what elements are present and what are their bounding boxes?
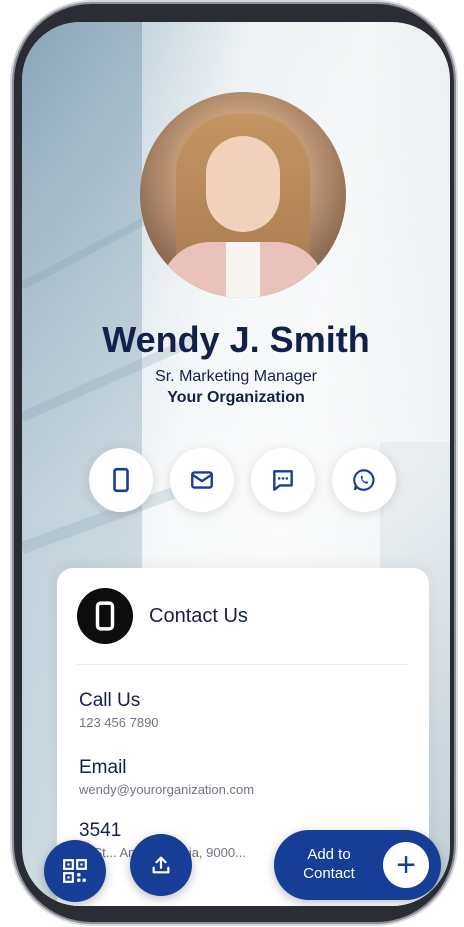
message-button[interactable] (251, 448, 315, 512)
screen: Wendy J. Smith Sr. Marketing Manager You… (22, 22, 450, 906)
share-button[interactable] (130, 834, 192, 896)
qr-code-button[interactable] (44, 840, 106, 902)
email-button[interactable] (170, 448, 234, 512)
plus-icon: + (383, 842, 429, 888)
contact-item-value: wendy@yourorganization.com (79, 782, 255, 797)
phone-icon (113, 467, 129, 493)
contact-item-label: Call Us (79, 690, 141, 711)
add-to-contact-button[interactable]: Add to Contact + (274, 830, 441, 900)
contact-item-phone[interactable]: Call Us 123 456 7890 (79, 690, 159, 730)
phone-icon (95, 601, 115, 631)
profile-name: Wendy J. Smith (102, 319, 370, 360)
share-icon (152, 856, 170, 874)
contact-card-title: Contact Us (149, 604, 248, 627)
contact-item-value: 123 456 7890 (79, 715, 159, 730)
contact-item-email[interactable]: Email wendy@yourorganization.com (79, 757, 254, 797)
qr-code-icon (63, 859, 87, 883)
contact-card-header: Contact Us (77, 588, 248, 644)
mail-icon (191, 471, 213, 489)
action-buttons (89, 448, 396, 512)
whatsapp-button[interactable] (332, 448, 396, 512)
profile-title: Sr. Marketing Manager (155, 368, 317, 385)
call-button[interactable] (89, 448, 153, 512)
divider (77, 664, 409, 665)
profile-organization: Your Organization (167, 389, 305, 406)
whatsapp-icon (353, 469, 375, 491)
avatar (140, 92, 346, 298)
contact-item-label: Email (79, 757, 127, 778)
contact-badge (77, 588, 133, 644)
add-to-contact-label: Add to Contact (303, 846, 355, 882)
message-icon (273, 470, 293, 491)
